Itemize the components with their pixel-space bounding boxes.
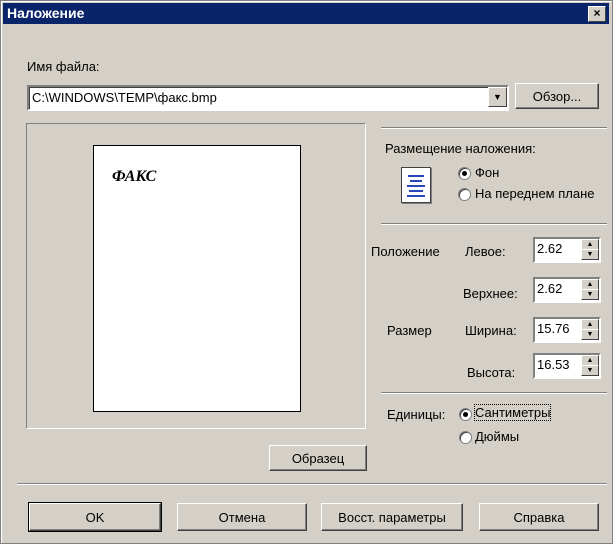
radio-foreground-label[interactable]: На переднем плане: [475, 186, 594, 201]
spin-down-icon[interactable]: ▼: [581, 249, 599, 260]
spin-down-icon[interactable]: ▼: [581, 365, 599, 376]
cancel-button[interactable]: Отмена: [177, 503, 307, 531]
placement-label: Размещение наложения:: [385, 141, 536, 156]
title-bar: Наложение ×: [3, 3, 609, 24]
radio-background[interactable]: [458, 167, 471, 180]
spin-down-icon[interactable]: ▼: [581, 329, 599, 340]
spin-down-icon[interactable]: ▼: [581, 289, 599, 300]
separator: [381, 127, 607, 129]
radio-centimeters[interactable]: [459, 408, 472, 421]
file-path-combobox[interactable]: C:\WINDOWS\TEMP\факс.bmp ▼: [27, 85, 509, 111]
restore-defaults-button[interactable]: Восст. параметры: [321, 503, 463, 531]
left-value: 2.62: [537, 241, 563, 256]
position-label: Положение: [371, 244, 440, 259]
separator: [381, 392, 607, 394]
width-spinner[interactable]: 15.76 ▲ ▼: [533, 317, 601, 343]
close-button[interactable]: ×: [588, 6, 606, 22]
height-spinner[interactable]: 16.53 ▲ ▼: [533, 353, 601, 379]
preview-page: ФАКС: [93, 145, 301, 412]
overlay-dialog: Наложение × Имя файла: C:\WINDOWS\TEMP\ф…: [0, 0, 613, 544]
radio-foreground[interactable]: [458, 188, 471, 201]
radio-inches[interactable]: [459, 431, 472, 444]
file-path-value: C:\WINDOWS\TEMP\факс.bmp: [32, 90, 217, 105]
width-label: Ширина:: [465, 323, 517, 338]
separator: [381, 223, 607, 225]
window-title: Наложение: [7, 5, 85, 21]
file-name-label: Имя файла:: [27, 59, 100, 74]
help-button[interactable]: Справка: [479, 503, 599, 531]
top-value: 2.62: [537, 281, 563, 296]
top-spinner[interactable]: 2.62 ▲ ▼: [533, 277, 601, 303]
radio-inches-label[interactable]: Дюймы: [475, 429, 519, 444]
background-layer-icon: [407, 175, 425, 197]
radio-background-label[interactable]: Фон: [475, 165, 499, 180]
top-label: Верхнее:: [463, 286, 518, 301]
browse-button[interactable]: Обзор...: [515, 83, 599, 109]
preview-pane: ФАКС: [26, 123, 366, 429]
ok-button[interactable]: OK: [28, 502, 162, 532]
size-label: Размер: [387, 323, 432, 338]
left-spinner[interactable]: 2.62 ▲ ▼: [533, 237, 601, 263]
chevron-down-icon[interactable]: ▼: [488, 87, 507, 107]
left-label: Левое:: [465, 244, 506, 259]
height-label: Высота:: [467, 365, 516, 380]
height-value: 16.53: [537, 357, 570, 372]
overlay-placement-icon: [401, 167, 431, 203]
width-value: 15.76: [537, 321, 570, 336]
radio-centimeters-label[interactable]: Сантиметры: [473, 404, 552, 421]
sample-button[interactable]: Образец: [269, 445, 367, 471]
units-label: Единицы:: [387, 407, 446, 422]
preview-page-text: ФАКС: [112, 168, 157, 185]
separator: [17, 483, 607, 485]
